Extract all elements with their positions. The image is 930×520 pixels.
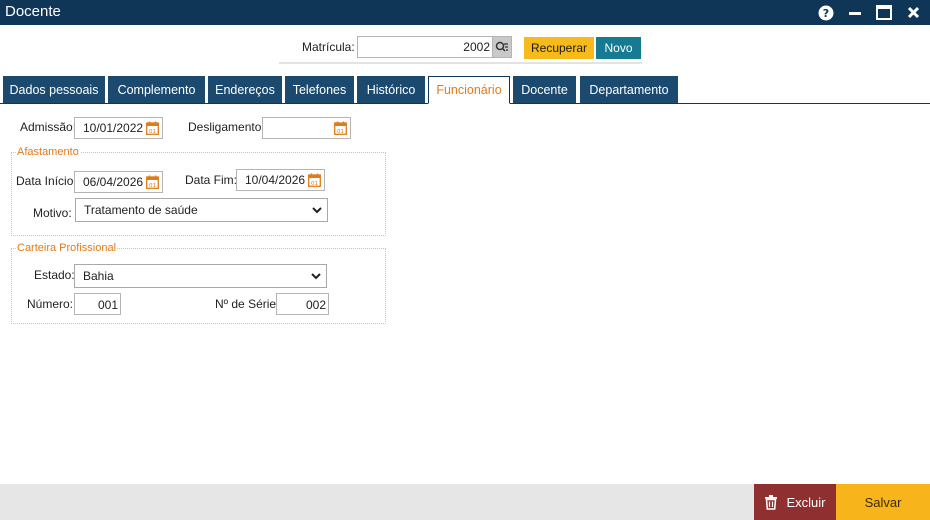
- maximize-icon[interactable]: [871, 0, 897, 25]
- tab-dados-pessoais[interactable]: Dados pessoais: [3, 76, 105, 104]
- tab-bar: Dados pessoais Complemento Endereços Tel…: [0, 76, 930, 104]
- desligamento-label: Desligamento:: [188, 120, 265, 134]
- data-fim-date-field[interactable]: 10/04/2026 01: [236, 169, 325, 191]
- numero-input[interactable]: 001: [74, 293, 121, 315]
- recuperar-button[interactable]: Recuperar: [524, 37, 594, 59]
- afastamento-group: Afastamento: [11, 146, 386, 236]
- estado-selected-value: Bahia: [83, 269, 114, 283]
- afastamento-legend: Afastamento: [16, 146, 80, 158]
- help-icon[interactable]: ?: [813, 0, 839, 25]
- minimize-icon[interactable]: [842, 0, 868, 25]
- carteira-legend: Carteira Profissional: [16, 242, 118, 254]
- tab-funcionario[interactable]: Funcionário: [428, 76, 510, 104]
- search-list-icon[interactable]: [492, 36, 512, 58]
- motivo-label: Motivo:: [33, 206, 72, 220]
- excluir-button[interactable]: Excluir: [754, 484, 836, 520]
- motivo-select[interactable]: Tratamento de saúde: [75, 198, 328, 222]
- calendar-icon[interactable]: 01: [334, 121, 347, 135]
- calendar-icon[interactable]: 01: [308, 173, 321, 187]
- novo-button[interactable]: Novo: [596, 37, 641, 59]
- calendar-icon[interactable]: 01: [146, 175, 159, 189]
- calendar-icon[interactable]: 01: [146, 121, 159, 135]
- window-title: Docente: [5, 3, 61, 20]
- estado-label: Estado:: [34, 268, 75, 282]
- header-divider: [279, 62, 642, 64]
- desligamento-date-field[interactable]: 01: [262, 117, 351, 139]
- excluir-label: Excluir: [786, 494, 826, 510]
- tab-complemento[interactable]: Complemento: [108, 76, 205, 104]
- data-inicio-value: 06/04/2026: [83, 175, 144, 189]
- svg-text:01: 01: [337, 129, 344, 135]
- chevron-down-icon: [312, 207, 322, 214]
- serie-input[interactable]: 002: [276, 293, 329, 315]
- motivo-selected-value: Tratamento de saúde: [84, 203, 198, 217]
- serie-value: 002: [305, 298, 326, 312]
- svg-text:?: ?: [823, 7, 829, 20]
- data-fim-value: 10/04/2026: [245, 173, 306, 187]
- data-inicio-label: Data Início:: [16, 174, 77, 188]
- matricula-label: Matrícula:: [302, 40, 355, 54]
- serie-label: Nº de Série:: [215, 297, 280, 311]
- trash-icon: [765, 495, 778, 510]
- matricula-input[interactable]: 2002: [357, 36, 492, 58]
- numero-value: 001: [97, 298, 118, 312]
- svg-text:01: 01: [149, 183, 156, 189]
- admissao-value: 10/01/2022: [83, 121, 144, 135]
- numero-label: Número:: [27, 297, 74, 311]
- svg-text:01: 01: [311, 181, 318, 187]
- salvar-button[interactable]: Salvar: [836, 484, 930, 520]
- tab-departamento[interactable]: Departamento: [580, 76, 678, 104]
- tab-telefones[interactable]: Telefones: [285, 76, 354, 104]
- tab-historico[interactable]: Histórico: [357, 76, 425, 104]
- svg-text:01: 01: [149, 129, 156, 135]
- estado-select[interactable]: Bahia: [74, 264, 327, 288]
- tab-docente[interactable]: Docente: [513, 76, 576, 104]
- chevron-down-icon: [311, 273, 321, 280]
- docente-window: Docente ? Matrícula: 2002 Recuperar Novo…: [0, 0, 930, 520]
- data-inicio-date-field[interactable]: 06/04/2026 01: [74, 171, 163, 193]
- title-bar: Docente ?: [0, 0, 930, 25]
- admissao-label: Admissão:: [20, 120, 77, 134]
- matricula-value: 2002: [463, 40, 490, 54]
- close-icon[interactable]: [900, 0, 926, 25]
- tab-enderecos[interactable]: Endereços: [208, 76, 282, 104]
- data-fim-label: Data Fim:: [185, 173, 238, 187]
- admissao-date-field[interactable]: 10/01/2022 01: [74, 117, 163, 139]
